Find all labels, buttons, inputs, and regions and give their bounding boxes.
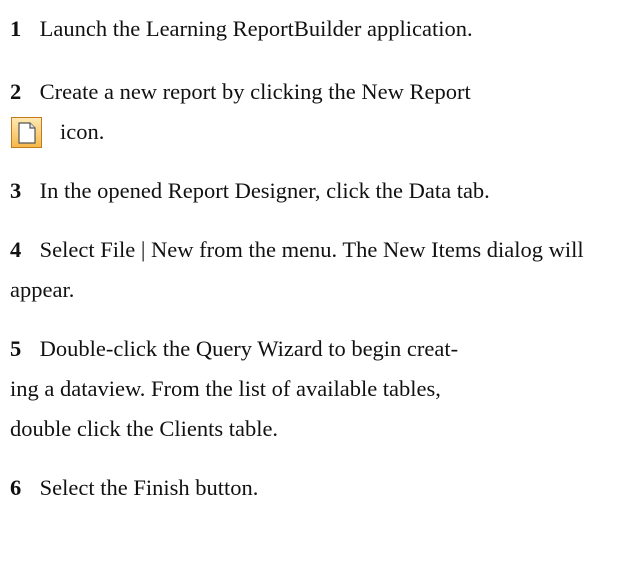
step-text: Create a new report by clicking the New … bbox=[39, 79, 471, 104]
step-number: 2 bbox=[10, 79, 22, 104]
step-text: Select File | New from the menu. The New… bbox=[10, 237, 584, 302]
step-number: 5 bbox=[10, 336, 22, 361]
step-text: In the opened Report Designer, click the… bbox=[39, 178, 490, 203]
step-text-line-1: Double-click the Query Wizard to begin c… bbox=[39, 336, 459, 361]
step-number: 4 bbox=[10, 237, 22, 262]
step-text-continuation: icon. bbox=[60, 119, 105, 144]
step-5: 5 Double-click the Query Wizard to begin… bbox=[10, 329, 615, 449]
step-text: Launch the Learning ReportBuilder applic… bbox=[39, 16, 473, 41]
step-text-line-2: ing a dataview. From the list of availab… bbox=[10, 376, 441, 401]
step-number: 1 bbox=[10, 16, 22, 41]
step-1: 1 Launch the Learning ReportBuilder appl… bbox=[10, 9, 615, 49]
step-3: 3 In the opened Report Designer, click t… bbox=[10, 171, 615, 211]
step-text: Select the Finish button. bbox=[39, 475, 259, 500]
instruction-steps: 1 Launch the Learning ReportBuilder appl… bbox=[10, 0, 615, 508]
step-text-line-3: double click the Clients table. bbox=[10, 416, 279, 441]
step-4: 4 Select File | New from the menu. The N… bbox=[10, 230, 615, 310]
step-2: 2 Create a new report by clicking the Ne… bbox=[10, 72, 615, 152]
step-number: 3 bbox=[10, 178, 22, 203]
step-6: 6 Select the Finish button. bbox=[10, 468, 615, 508]
new-report-icon bbox=[11, 116, 42, 148]
step-number: 6 bbox=[10, 475, 22, 500]
